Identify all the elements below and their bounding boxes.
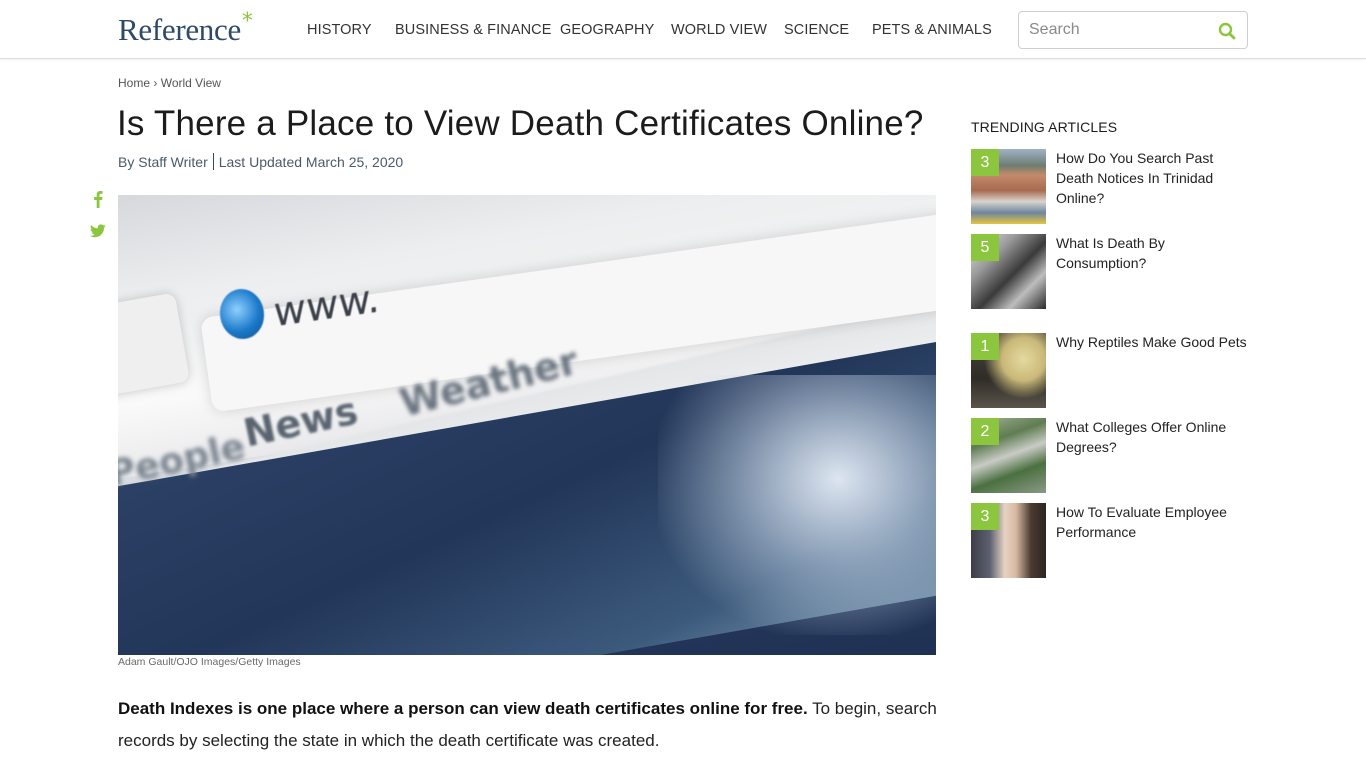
- site-header: Reference* HISTORY BUSINESS & FINANCE GE…: [0, 0, 1366, 59]
- breadcrumb-home[interactable]: Home: [118, 76, 150, 90]
- trending-link[interactable]: What Colleges Offer Online Degrees?: [1056, 417, 1251, 457]
- page-title: Is There a Place to View Death Certifica…: [117, 104, 924, 143]
- trending-item[interactable]: 3 How To Evaluate Employee Performance: [971, 503, 1251, 578]
- image-back-button: [118, 292, 191, 398]
- trending-rank: 2: [971, 418, 999, 445]
- twitter-icon[interactable]: [90, 224, 106, 238]
- search-box: [1018, 11, 1248, 49]
- search-icon[interactable]: [1217, 21, 1237, 41]
- trending-item[interactable]: 1 Why Reptiles Make Good Pets: [971, 333, 1251, 408]
- trending-link[interactable]: Why Reptiles Make Good Pets: [1056, 332, 1251, 352]
- breadcrumb: Home › World View: [118, 76, 221, 90]
- article-lead: Death Indexes is one place where a perso…: [118, 693, 938, 757]
- nav-world-view[interactable]: WORLD VIEW: [671, 22, 767, 38]
- nav-pets-animals[interactable]: PETS & ANIMALS: [872, 22, 992, 38]
- trending-item[interactable]: 2 What Colleges Offer Online Degrees?: [971, 418, 1251, 493]
- byline-divider: [212, 153, 214, 170]
- trending-rank: 3: [971, 149, 999, 176]
- nav-science[interactable]: SCIENCE: [784, 22, 849, 38]
- image-glow: [658, 375, 936, 635]
- author: By Staff Writer: [118, 154, 208, 170]
- trending-item[interactable]: 3 How Do You Search Past Death Notices I…: [971, 149, 1251, 224]
- nav-geography[interactable]: GEOGRAPHY: [560, 22, 654, 38]
- breadcrumb-world-view[interactable]: World View: [161, 76, 221, 90]
- nav-business-finance[interactable]: BUSINESS & FINANCE: [395, 22, 552, 38]
- trending-title: TRENDING ARTICLES: [971, 119, 1118, 135]
- nav-history[interactable]: HISTORY: [307, 22, 372, 38]
- image-caption: Adam Gault/OJO Images/Getty Images: [118, 656, 301, 668]
- facebook-icon[interactable]: [93, 190, 103, 208]
- trending-link[interactable]: How To Evaluate Employee Performance: [1056, 502, 1251, 542]
- trending-link[interactable]: How Do You Search Past Death Notices In …: [1056, 148, 1251, 208]
- logo-text: Reference: [118, 12, 241, 47]
- logo[interactable]: Reference*: [118, 9, 253, 48]
- search-input[interactable]: [1029, 18, 1209, 42]
- trending-link[interactable]: What Is Death By Consumption?: [1056, 233, 1251, 273]
- article-hero-image: www. People News Weather: [118, 195, 936, 655]
- breadcrumb-separator: ›: [153, 76, 158, 90]
- trending-rank: 1: [971, 333, 999, 360]
- lead-bold: Death Indexes is one place where a perso…: [118, 699, 808, 718]
- trending-item[interactable]: 5 What Is Death By Consumption?: [971, 234, 1251, 309]
- logo-asterisk-icon: *: [241, 9, 253, 34]
- trending-rank: 5: [971, 234, 999, 261]
- byline: By Staff Writer Last Updated March 25, 20…: [118, 153, 403, 170]
- last-updated: Last Updated March 25, 2020: [218, 154, 404, 170]
- trending-rank: 3: [971, 503, 999, 530]
